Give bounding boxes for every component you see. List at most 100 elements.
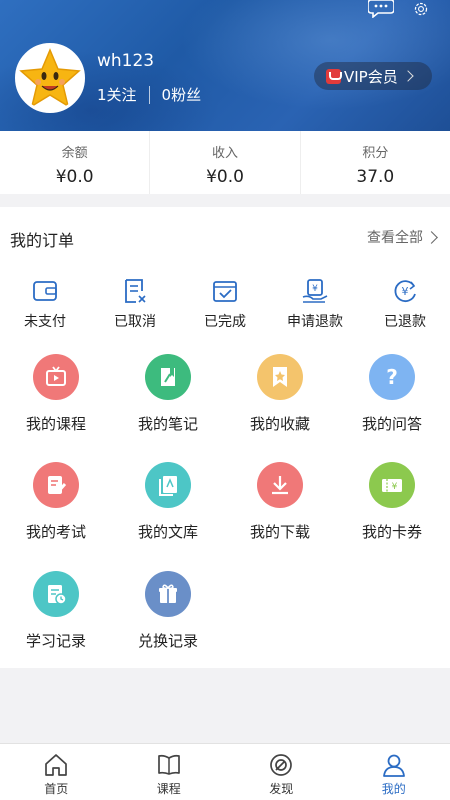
feature-redeem-record[interactable]: 兑换记录 bbox=[112, 571, 224, 651]
stat-income[interactable]: 收入 ¥0.0 bbox=[150, 131, 301, 194]
orders-section: 我的订单 查看全部 未支付 已取消 已完成 ¥ 申请退款 ¥ 已退款 bbox=[0, 207, 450, 338]
divider bbox=[148, 85, 150, 104]
feature-label: 学习记录 bbox=[25, 632, 86, 650]
stat-value: ¥0.0 bbox=[206, 167, 244, 187]
refund-request-icon: ¥ bbox=[302, 279, 328, 303]
avatar[interactable] bbox=[15, 43, 85, 113]
stat-value: ¥0.0 bbox=[55, 167, 94, 187]
feature-my-qa[interactable]: ? 我的问答 bbox=[336, 354, 448, 434]
feature-icon-bg bbox=[257, 462, 303, 508]
vip-button[interactable]: VIP会员 bbox=[314, 62, 432, 90]
download-icon bbox=[272, 476, 288, 495]
order-status-label: 已退款 bbox=[384, 314, 426, 330]
stat-value: 37.0 bbox=[356, 167, 395, 187]
feature-label: 我的问答 bbox=[361, 415, 422, 433]
stat-label: 积分 bbox=[362, 146, 389, 161]
star-avatar-icon bbox=[18, 46, 82, 110]
feature-icon-bg bbox=[145, 462, 191, 508]
svg-text:¥: ¥ bbox=[402, 285, 409, 298]
nav-label: 发现 bbox=[269, 782, 294, 796]
svg-text:¥: ¥ bbox=[312, 284, 318, 294]
exam-icon bbox=[48, 476, 67, 494]
feature-icon-bg bbox=[257, 354, 303, 400]
gift-icon bbox=[159, 584, 177, 603]
feature-my-favorites[interactable]: 我的收藏 bbox=[224, 354, 336, 434]
feature-label: 我的课程 bbox=[25, 415, 86, 433]
order-cancelled[interactable]: 已取消 bbox=[90, 277, 180, 331]
feature-grid: 我的课程 我的笔记 我的收藏 ? 我的问答 我的考试 我的文库 我的下载 ¥ 我… bbox=[0, 338, 450, 668]
feature-label: 我的考试 bbox=[25, 523, 86, 541]
feature-my-courses[interactable]: 我的课程 bbox=[0, 354, 112, 434]
wallet-icon bbox=[33, 281, 57, 301]
followers-count[interactable]: 0粉丝 bbox=[162, 84, 202, 105]
orders-title: 我的订单 bbox=[10, 231, 75, 250]
chevron-right-icon bbox=[425, 230, 438, 244]
svg-text:?: ? bbox=[386, 365, 398, 389]
library-icon bbox=[159, 476, 177, 496]
nav-discover[interactable]: 发现 bbox=[225, 744, 338, 800]
feature-label: 兑换记录 bbox=[137, 632, 198, 650]
svg-text:¥: ¥ bbox=[392, 482, 398, 492]
user-icon bbox=[382, 754, 405, 777]
vip-label: VIP会员 bbox=[344, 67, 398, 86]
stat-label: 余额 bbox=[61, 146, 88, 161]
discover-icon bbox=[270, 754, 293, 776]
following-count[interactable]: 1关注 bbox=[97, 84, 137, 105]
study-record-icon bbox=[48, 585, 67, 605]
order-status-label: 已取消 bbox=[114, 314, 156, 330]
order-status-label: 已完成 bbox=[204, 314, 246, 330]
bottom-navigation: 首页 课程 发现 我的 bbox=[0, 743, 450, 800]
order-status-label: 未支付 bbox=[24, 314, 66, 330]
feature-icon-bg bbox=[33, 462, 79, 508]
feature-my-exams[interactable]: 我的考试 bbox=[0, 462, 112, 542]
settings-icon[interactable] bbox=[408, 0, 434, 18]
feature-my-downloads[interactable]: 我的下载 bbox=[224, 462, 336, 542]
view-all-orders-link[interactable]: 查看全部 bbox=[367, 227, 438, 247]
stat-label: 收入 bbox=[211, 146, 238, 161]
home-icon bbox=[45, 754, 68, 776]
feature-my-library[interactable]: 我的文库 bbox=[112, 462, 224, 542]
note-icon bbox=[161, 368, 175, 386]
order-completed[interactable]: 已完成 bbox=[180, 277, 270, 331]
feature-label: 我的卡券 bbox=[361, 523, 422, 541]
order-status-row: 未支付 已取消 已完成 ¥ 申请退款 ¥ 已退款 bbox=[0, 277, 450, 331]
username: wh123 bbox=[97, 51, 155, 71]
order-refund-request[interactable]: ¥ 申请退款 bbox=[270, 277, 360, 331]
feature-icon-bg bbox=[33, 571, 79, 617]
feature-icon-bg: ? bbox=[369, 354, 415, 400]
feature-label: 我的笔记 bbox=[137, 415, 198, 433]
book-icon bbox=[157, 754, 180, 775]
profile-header: wh123 1关注 0粉丝 VIP会员 bbox=[0, 0, 450, 131]
order-refunded[interactable]: ¥ 已退款 bbox=[360, 277, 450, 331]
bookmark-icon bbox=[273, 367, 287, 387]
question-icon: ? bbox=[386, 365, 398, 389]
nav-courses[interactable]: 课程 bbox=[113, 744, 226, 800]
feature-my-coupons[interactable]: ¥ 我的卡券 bbox=[336, 462, 448, 542]
vip-badge-icon bbox=[326, 68, 342, 84]
follow-stats: 1关注 0粉丝 bbox=[97, 84, 201, 105]
stat-points[interactable]: 积分 37.0 bbox=[301, 131, 450, 194]
chevron-right-icon bbox=[402, 70, 414, 82]
nav-label: 课程 bbox=[156, 782, 181, 796]
order-status-label: 申请退款 bbox=[287, 314, 343, 330]
feature-my-notes[interactable]: 我的笔记 bbox=[112, 354, 224, 434]
feature-label: 我的文库 bbox=[137, 523, 198, 541]
view-all-label: 查看全部 bbox=[367, 230, 423, 246]
nav-home[interactable]: 首页 bbox=[0, 744, 113, 800]
play-icon bbox=[46, 366, 66, 386]
feature-icon-bg bbox=[145, 571, 191, 617]
stat-balance[interactable]: 余额 ¥0.0 bbox=[0, 131, 151, 194]
refunded-icon: ¥ bbox=[394, 280, 416, 303]
cancelled-doc-icon bbox=[125, 279, 146, 303]
completed-icon bbox=[213, 281, 237, 302]
feature-label: 我的收藏 bbox=[249, 415, 310, 433]
coupon-icon: ¥ bbox=[382, 479, 402, 492]
message-icon[interactable] bbox=[368, 0, 394, 18]
order-unpaid[interactable]: 未支付 bbox=[0, 277, 90, 331]
feature-icon-bg bbox=[145, 354, 191, 400]
feature-study-record[interactable]: 学习记录 bbox=[0, 571, 112, 651]
nav-label: 首页 bbox=[44, 782, 69, 796]
account-stats: 余额 ¥0.0 收入 ¥0.0 积分 37.0 bbox=[0, 131, 450, 194]
feature-label: 我的下载 bbox=[249, 523, 310, 541]
nav-mine[interactable]: 我的 bbox=[338, 744, 450, 800]
